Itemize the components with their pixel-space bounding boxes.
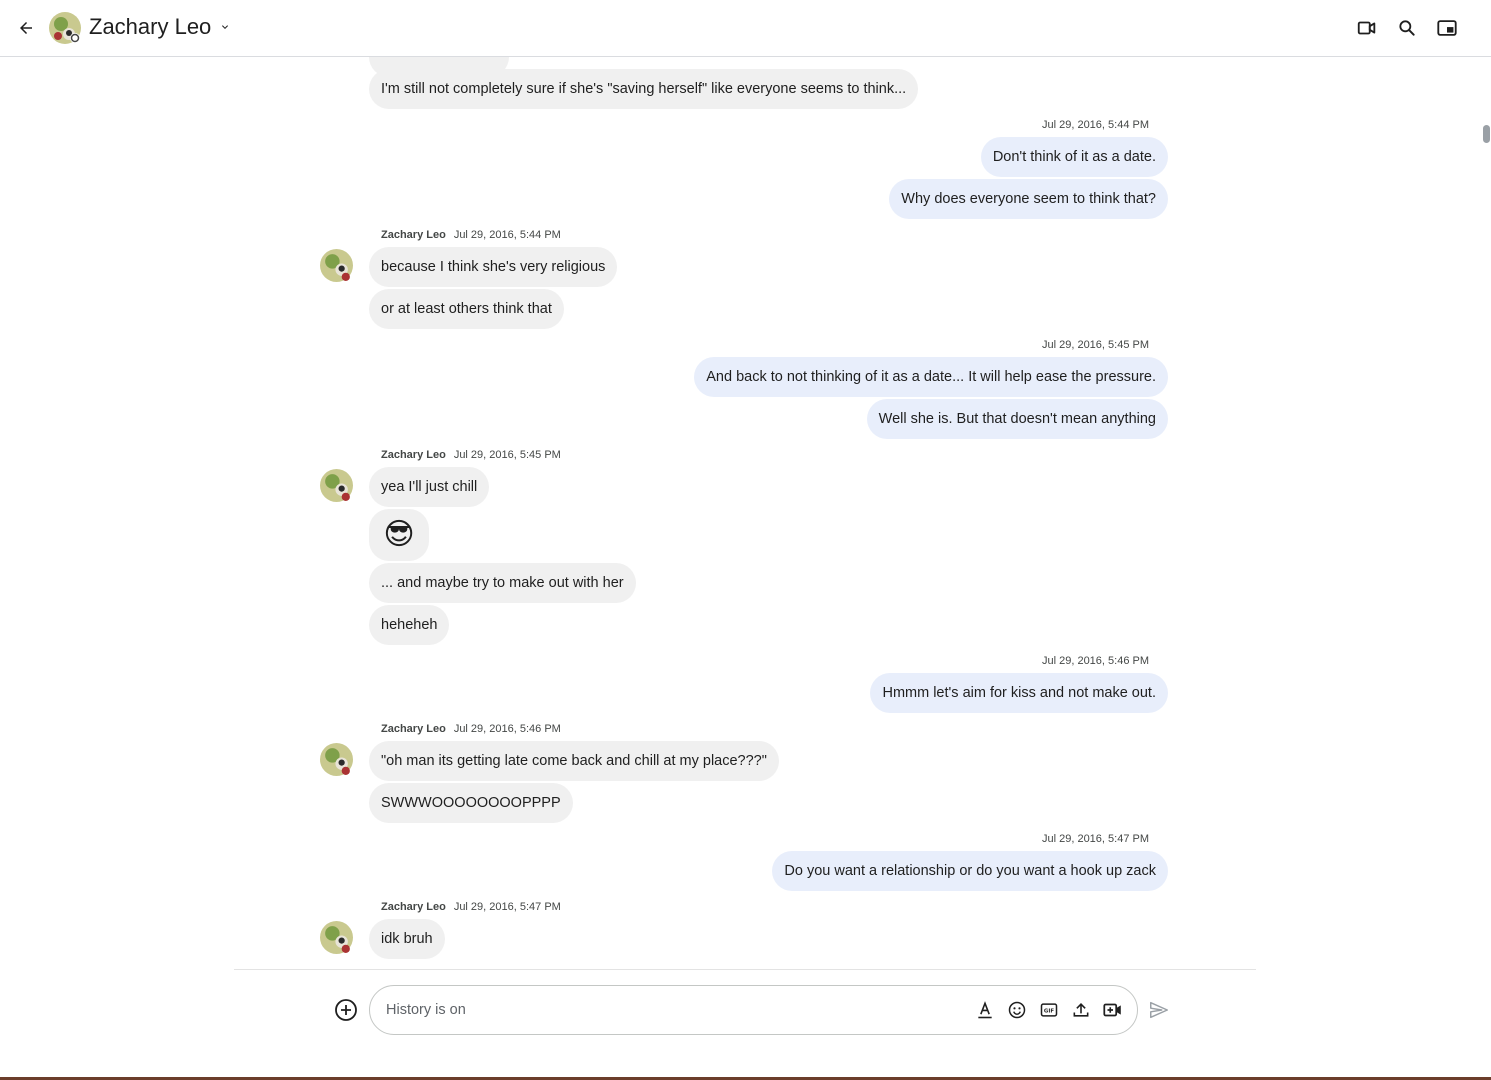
message-timestamp: Jul 29, 2016, 5:45 PM <box>1041 339 1149 351</box>
search-icon[interactable] <box>1395 16 1419 40</box>
sender-name: Zachary Leo <box>381 901 446 913</box>
message-bubble: Hmmm let's aim for kiss and not make out… <box>870 673 1168 713</box>
message-bubble: And back to not thinking of it as a date… <box>694 357 1168 397</box>
composer-divider <box>234 969 1256 970</box>
contact-name-menu[interactable]: Zachary Leo <box>89 13 231 41</box>
emoji-message: 😎 <box>369 509 429 561</box>
gif-icon[interactable]: GIF <box>1038 999 1060 1021</box>
avatar[interactable] <box>320 469 353 502</box>
add-icon[interactable] <box>333 997 359 1023</box>
message-input[interactable] <box>386 999 966 1021</box>
message-timestamp: Jul 29, 2016, 5:47 PM <box>1041 833 1149 845</box>
message-bubble: idk bruh <box>369 919 445 959</box>
avatar[interactable] <box>320 249 353 282</box>
sender-line: Zachary Leo Jul 29, 2016, 5:47 PM <box>381 900 561 914</box>
message-bubble: Why does everyone seem to think that? <box>889 179 1168 219</box>
message-timestamp: Jul 29, 2016, 5:45 PM <box>453 449 561 461</box>
message-bubble: SWWWOOOOOOOOPPPP <box>369 783 573 823</box>
message-bubble: heheheh <box>369 605 450 645</box>
message-timestamp: Jul 29, 2016, 5:44 PM <box>1041 119 1149 131</box>
message-bubble: ... and maybe try to make out with her <box>369 563 636 603</box>
sender-line: Zachary Leo Jul 29, 2016, 5:46 PM <box>381 722 561 736</box>
sender-name: Zachary Leo <box>381 229 446 241</box>
message-bubble: or at least others think that <box>369 289 564 329</box>
message-timestamp: Jul 29, 2016, 5:47 PM <box>453 901 561 913</box>
message-bubble: because I think she's very religious <box>369 247 618 287</box>
message-timestamp: Jul 29, 2016, 5:44 PM <box>453 229 561 241</box>
sunglasses-emoji: 😎 <box>383 517 415 552</box>
sender-name: Zachary Leo <box>381 449 446 461</box>
sender-line: Zachary Leo Jul 29, 2016, 5:45 PM <box>381 448 561 462</box>
message-list: I'm still not completely sure if she's "… <box>0 57 1491 969</box>
page-title: Zachary Leo <box>89 14 212 39</box>
message-timestamp: Jul 29, 2016, 5:46 PM <box>453 723 561 735</box>
message-bubble: I'm still not completely sure if she's "… <box>369 69 919 109</box>
send-icon[interactable] <box>1147 998 1171 1022</box>
message-bubble: yea I'll just chill <box>369 467 490 507</box>
avatar[interactable] <box>320 743 353 776</box>
text-format-icon[interactable] <box>974 999 996 1021</box>
message-bubble: Do you want a relationship or do you wan… <box>772 851 1168 891</box>
message-bubble: Don't think of it as a date. <box>980 137 1168 177</box>
video-add-icon[interactable] <box>1102 999 1124 1021</box>
upload-icon[interactable] <box>1070 999 1092 1021</box>
picture-in-picture-icon[interactable] <box>1435 16 1459 40</box>
chevron-down-icon <box>219 21 231 33</box>
avatar[interactable] <box>320 921 353 954</box>
message-bubble: Well she is. But that doesn't mean anyth… <box>866 399 1168 439</box>
avatar[interactable] <box>49 12 81 44</box>
video-call-icon[interactable] <box>1355 16 1379 40</box>
svg-text:GIF: GIF <box>1044 1009 1054 1015</box>
back-arrow-icon[interactable] <box>12 14 40 42</box>
message-timestamp: Jul 29, 2016, 5:46 PM <box>1041 655 1149 667</box>
sender-name: Zachary Leo <box>381 723 446 735</box>
message-composer: GIF <box>369 985 1138 1035</box>
message-bubble: "oh man its getting late come back and c… <box>369 741 779 781</box>
sender-line: Zachary Leo Jul 29, 2016, 5:44 PM <box>381 228 561 242</box>
chat-header: Zachary Leo <box>0 0 1491 57</box>
emoji-icon[interactable] <box>1006 999 1028 1021</box>
